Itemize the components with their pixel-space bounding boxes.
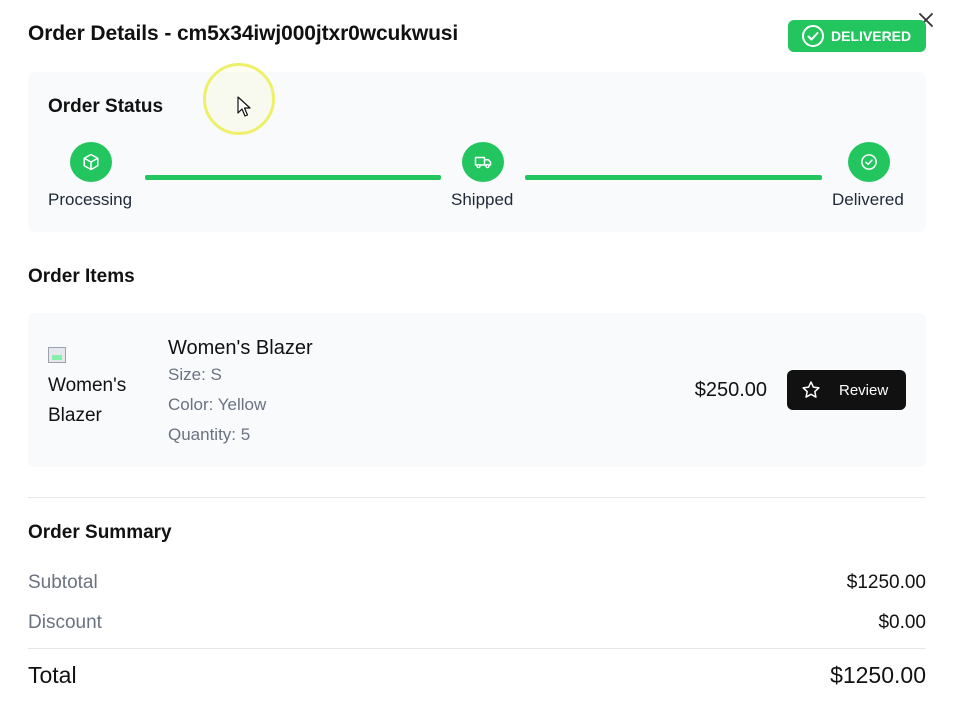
- total-value: $1250.00: [830, 662, 926, 688]
- order-status-card: Order Status Processing Shipped Delivere…: [28, 72, 926, 232]
- discount-value: $0.00: [878, 612, 926, 633]
- step-label-delivered: Delivered: [832, 190, 904, 209]
- order-items-title: Order Items: [28, 266, 135, 287]
- summary-row-discount: Discount $0.00: [28, 612, 926, 634]
- product-name: Women's Blazer: [168, 337, 313, 359]
- product-size: Size: S: [168, 365, 222, 384]
- order-id: cm5x34iwj000jtxr0wcukwusi: [176, 22, 459, 45]
- progress-line-2: [525, 175, 822, 180]
- step-shipped: [462, 142, 504, 182]
- order-summary-title: Order Summary: [28, 522, 172, 543]
- page-title: Order Details - cm5x34iwj000jtxr0wcukwus…: [28, 22, 458, 46]
- product-image: Women's Blazer: [48, 341, 148, 426]
- title-prefix: Order Details -: [28, 22, 177, 45]
- check-circle-icon: [861, 154, 877, 170]
- list-item: Women's Blazer Women's Blazer Size: S Co…: [28, 313, 926, 467]
- total-label: Total: [28, 662, 77, 688]
- product-image-alt: Women's Blazer: [48, 375, 127, 426]
- star-icon: [802, 381, 820, 398]
- step-delivered: [848, 142, 890, 182]
- mouse-pointer-icon: [237, 96, 251, 117]
- subtotal-value: $1250.00: [846, 572, 926, 593]
- status-badge-label: DELIVERED: [831, 28, 912, 44]
- broken-image-icon: [48, 347, 66, 363]
- truck-icon: [474, 156, 492, 169]
- divider: [28, 497, 926, 498]
- status-badge: DELIVERED: [788, 20, 926, 52]
- progress-line-1: [145, 175, 441, 180]
- divider: [28, 648, 926, 649]
- summary-row-total: Total $1250.00: [28, 662, 926, 689]
- step-processing: [70, 142, 112, 182]
- subtotal-label: Subtotal: [28, 572, 98, 593]
- step-label-processing: Processing: [48, 190, 133, 209]
- order-details-modal: Order Details - cm5x34iwj000jtxr0wcukwus…: [0, 0, 955, 720]
- step-label-shipped: Shipped: [451, 190, 514, 209]
- product-color: Color: Yellow: [168, 395, 267, 414]
- package-icon: [83, 153, 99, 171]
- product-price: $250.00: [694, 379, 767, 401]
- review-button-label: Review: [839, 381, 889, 399]
- check-circle-icon: [802, 25, 824, 47]
- summary-row-subtotal: Subtotal $1250.00: [28, 572, 926, 594]
- order-status-title: Order Status: [48, 96, 164, 117]
- discount-label: Discount: [28, 612, 102, 633]
- product-quantity: Quantity: 5: [168, 425, 251, 444]
- review-button[interactable]: Review: [787, 370, 906, 410]
